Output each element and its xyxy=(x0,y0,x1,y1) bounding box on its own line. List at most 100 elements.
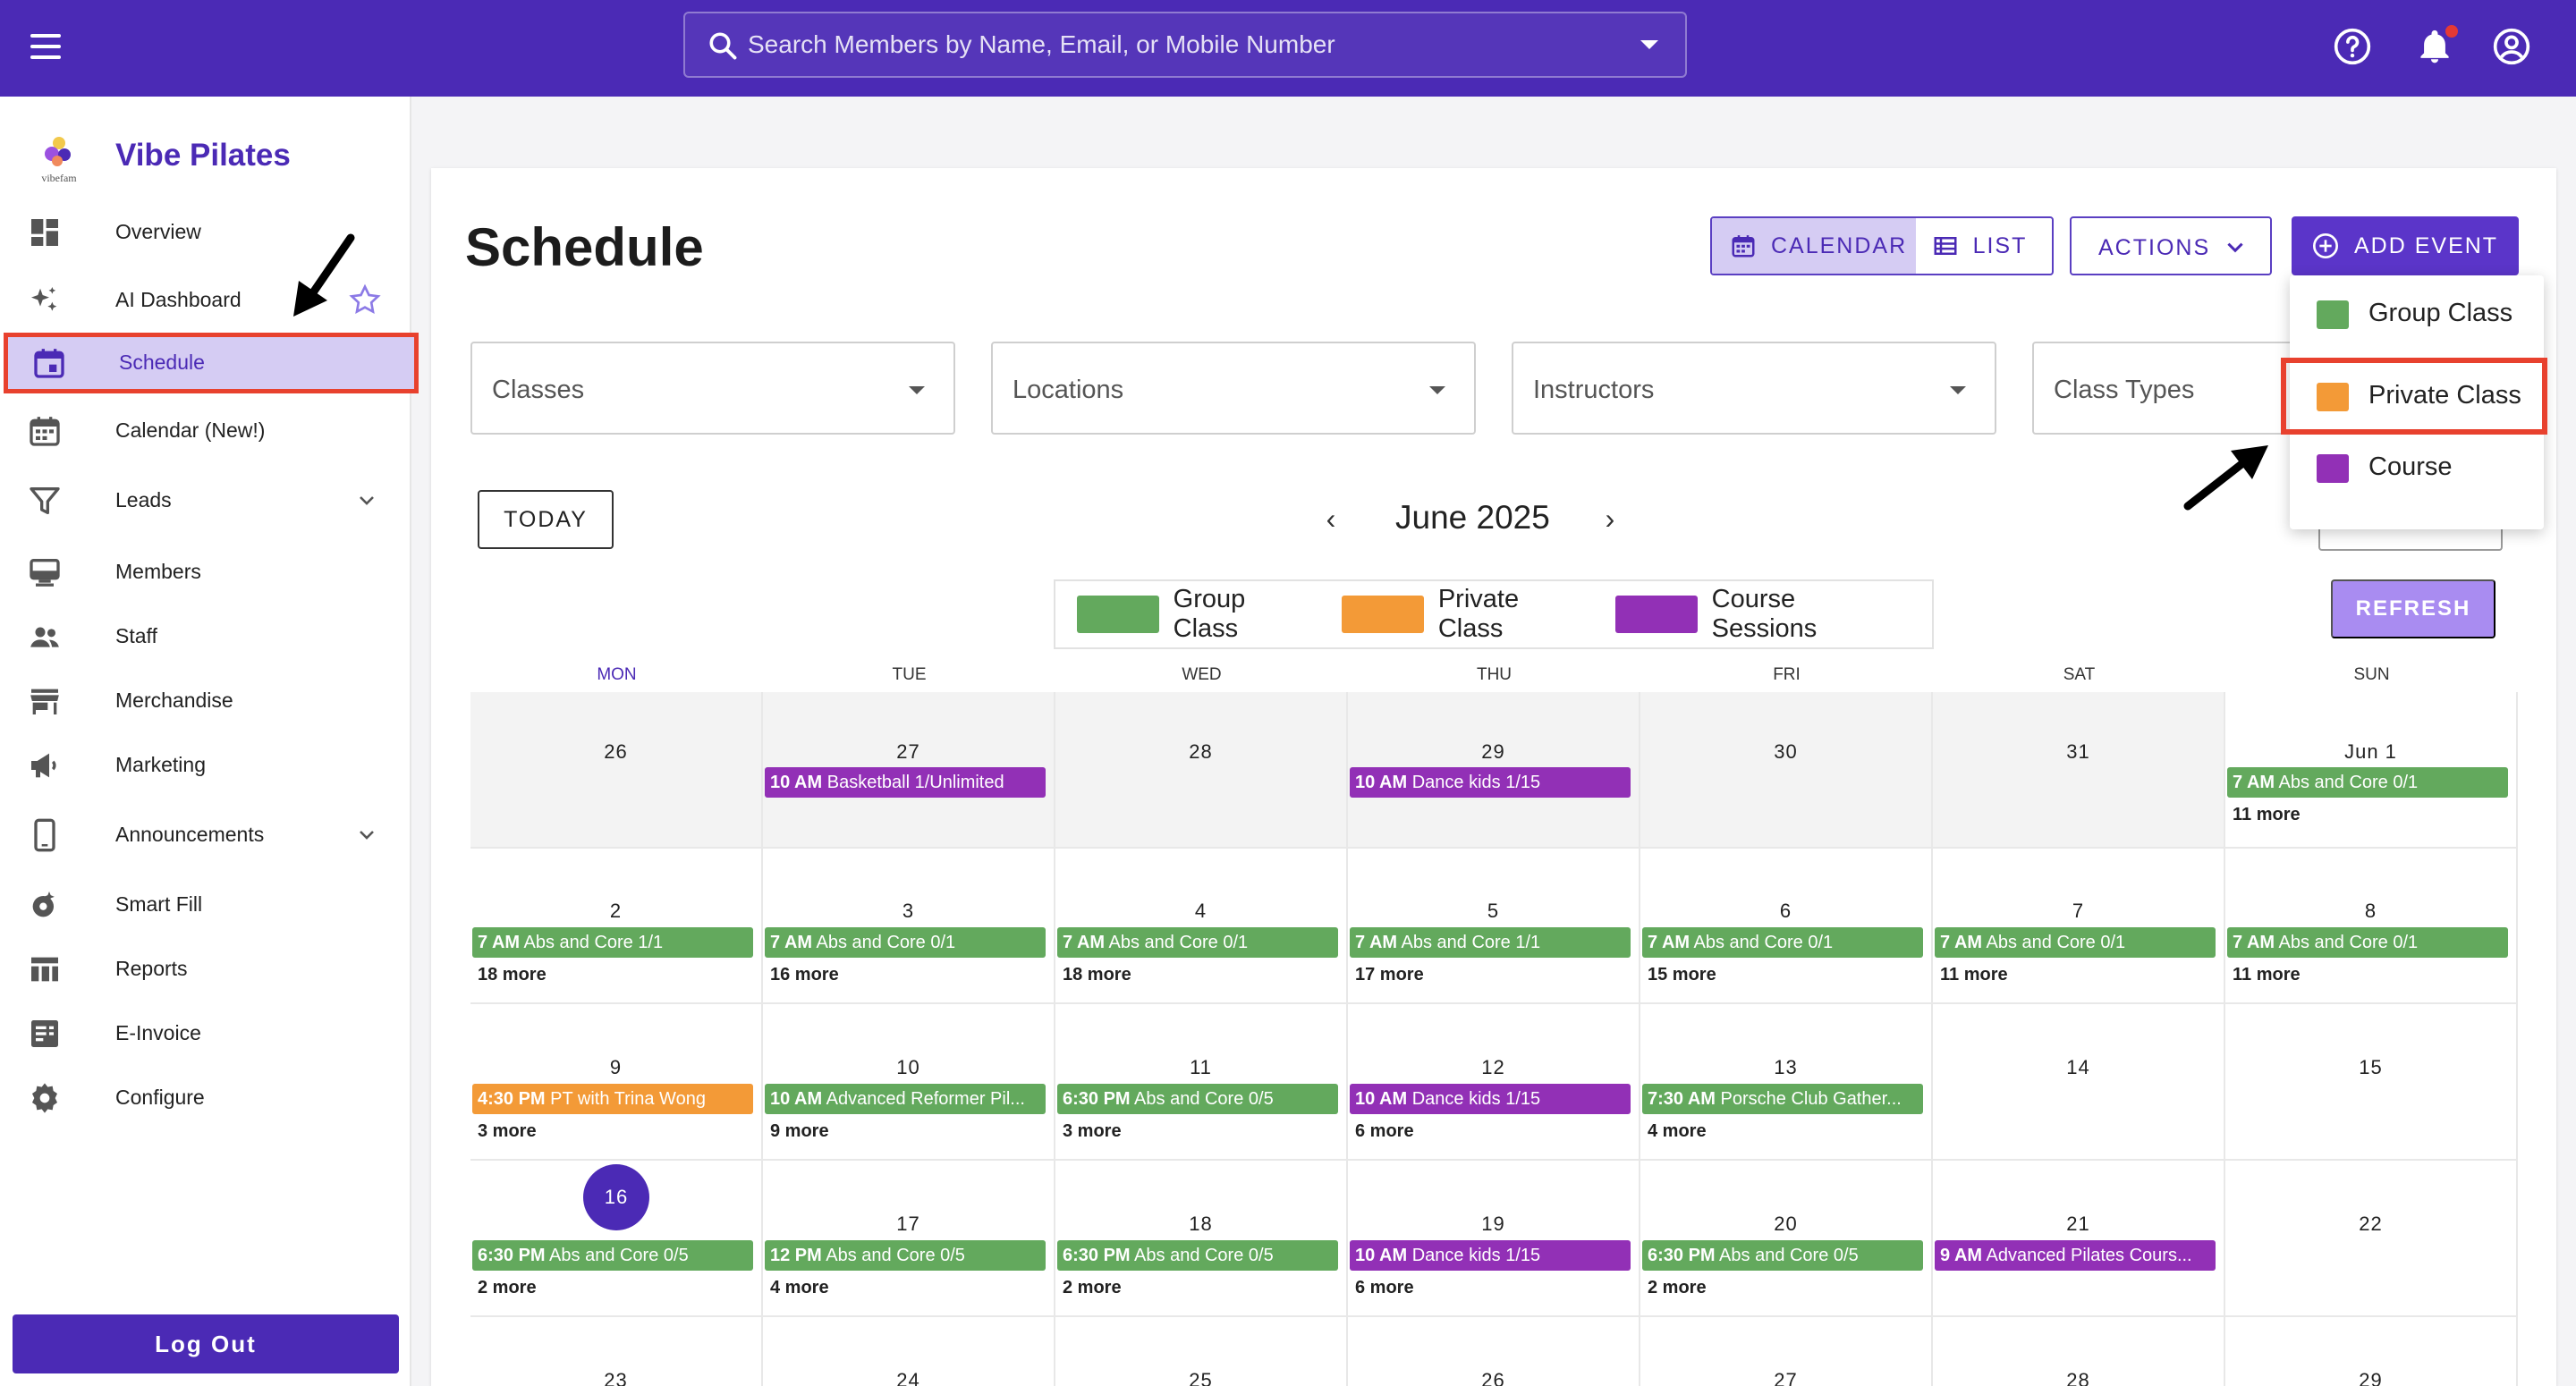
calendar-event[interactable]: 7 AM Abs and Core 0/1 xyxy=(1935,927,2216,958)
date-number[interactable]: 25 xyxy=(1055,1369,1346,1386)
date-number[interactable]: 20 xyxy=(1640,1213,1931,1236)
calendar-day-cell[interactable]: 26 xyxy=(1348,1317,1640,1386)
more-events-link[interactable]: 11 more xyxy=(2233,805,2301,825)
calendar-day-cell[interactable]: 13 7:30 AM Porsche Club Gather... 4 more xyxy=(1640,1004,1933,1161)
date-number[interactable]: 17 xyxy=(763,1213,1054,1236)
date-number[interactable]: 9 xyxy=(470,1056,761,1079)
date-number[interactable]: 12 xyxy=(1348,1056,1639,1079)
calendar-view-button[interactable]: CALENDAR xyxy=(1712,218,1916,274)
sidebar-item-reports[interactable]: Reports xyxy=(0,939,411,1000)
help-icon[interactable] xyxy=(2333,27,2372,66)
locations-filter[interactable]: Locations xyxy=(991,342,1476,435)
calendar-day-cell[interactable]: 2 7 AM Abs and Core 1/1 18 more xyxy=(470,848,763,1004)
calendar-day-cell[interactable]: 28 xyxy=(1055,692,1348,849)
calendar-event[interactable]: 10 AM Dance kids 1/15 xyxy=(1350,1240,1631,1271)
next-month-button[interactable]: › xyxy=(1594,501,1626,537)
date-number[interactable]: 4 xyxy=(1055,900,1346,923)
calendar-event[interactable]: 9 AM Advanced Pilates Cours... xyxy=(1935,1240,2216,1271)
menu-icon[interactable] xyxy=(30,34,61,59)
more-events-link[interactable]: 6 more xyxy=(1355,1278,1414,1298)
sidebar-item-members[interactable]: Members xyxy=(0,542,411,603)
sidebar-item-leads[interactable]: Leads xyxy=(0,470,411,531)
sidebar-item-calendar-new[interactable]: Calendar (New!) xyxy=(0,401,411,461)
today-button[interactable]: TODAY xyxy=(478,490,614,549)
calendar-day-cell[interactable]: 15 xyxy=(2225,1004,2518,1161)
menu-item-private-class[interactable]: Private Class xyxy=(2281,358,2547,435)
calendar-event[interactable]: 6:30 PM Abs and Core 0/5 xyxy=(472,1240,753,1271)
date-number[interactable]: 6 xyxy=(1640,900,1931,923)
more-events-link[interactable]: 11 more xyxy=(2233,965,2301,985)
more-events-link[interactable]: 6 more xyxy=(1355,1121,1414,1142)
instructors-filter[interactable]: Instructors xyxy=(1512,342,1996,435)
sidebar-item-configure[interactable]: Configure xyxy=(0,1068,411,1128)
sidebar-item-smart-fill[interactable]: Smart Fill xyxy=(0,875,411,935)
more-events-link[interactable]: 16 more xyxy=(770,965,839,985)
calendar-day-cell[interactable]: 20 6:30 PM Abs and Core 0/5 2 more xyxy=(1640,1161,1933,1317)
calendar-day-cell[interactable]: 31 xyxy=(1933,692,2225,849)
calendar-day-cell[interactable]: 9 4:30 PM PT with Trina Wong 3 more xyxy=(470,1004,763,1161)
more-events-link[interactable]: 3 more xyxy=(1063,1121,1122,1142)
date-number[interactable]: 28 xyxy=(1055,740,1346,764)
calendar-event[interactable]: 6:30 PM Abs and Core 0/5 xyxy=(1057,1084,1338,1114)
menu-item-course[interactable]: Course xyxy=(2290,429,2544,506)
date-number[interactable]: 15 xyxy=(2225,1056,2516,1079)
menu-item-group-class[interactable]: Group Class xyxy=(2290,275,2544,352)
calendar-day-cell[interactable]: 23 xyxy=(470,1317,763,1386)
calendar-day-cell[interactable]: 18 6:30 PM Abs and Core 0/5 2 more xyxy=(1055,1161,1348,1317)
calendar-day-cell[interactable]: Jun 1 7 AM Abs and Core 0/1 11 more xyxy=(2225,692,2518,849)
list-view-button[interactable]: LIST xyxy=(1916,218,2052,274)
sidebar-item-e-invoice[interactable]: E-Invoice xyxy=(0,1003,411,1064)
calendar-day-cell[interactable]: 29 xyxy=(2225,1317,2518,1386)
calendar-day-cell[interactable]: 25 xyxy=(1055,1317,1348,1386)
more-events-link[interactable]: 2 more xyxy=(1063,1278,1122,1298)
add-event-button[interactable]: ADD EVENT xyxy=(2292,216,2519,275)
calendar-day-cell[interactable]: 6 7 AM Abs and Core 0/1 15 more xyxy=(1640,848,1933,1004)
calendar-event[interactable]: 12 PM Abs and Core 0/5 xyxy=(765,1240,1046,1271)
search-dropdown-icon[interactable] xyxy=(1640,40,1658,49)
date-number[interactable]: 31 xyxy=(1933,740,2224,764)
more-events-link[interactable]: 4 more xyxy=(770,1278,829,1298)
calendar-event[interactable]: 7 AM Abs and Core 1/1 xyxy=(1350,927,1631,958)
calendar-day-cell[interactable]: 8 7 AM Abs and Core 0/1 11 more xyxy=(2225,848,2518,1004)
date-number[interactable]: 3 xyxy=(763,900,1054,923)
calendar-day-cell[interactable]: 26 xyxy=(470,692,763,849)
sidebar-item-staff[interactable]: Staff xyxy=(0,606,411,667)
sidebar-item-marketing[interactable]: Marketing xyxy=(0,735,411,796)
calendar-event[interactable]: 10 AM Dance kids 1/15 xyxy=(1350,1084,1631,1114)
date-number[interactable]: 5 xyxy=(1348,900,1639,923)
date-number[interactable]: 7 xyxy=(1933,900,2224,923)
date-number[interactable]: Jun 1 xyxy=(2225,740,2516,764)
more-events-link[interactable]: 17 more xyxy=(1355,965,1424,985)
date-number[interactable]: 27 xyxy=(763,740,1054,764)
calendar-day-cell[interactable]: 29 10 AM Dance kids 1/15 xyxy=(1348,692,1640,849)
date-number[interactable]: 21 xyxy=(1933,1213,2224,1236)
logout-button[interactable]: Log Out xyxy=(13,1314,399,1373)
more-events-link[interactable]: 11 more xyxy=(1940,965,2008,985)
calendar-day-cell[interactable]: 17 12 PM Abs and Core 0/5 4 more xyxy=(763,1161,1055,1317)
date-number[interactable]: 10 xyxy=(763,1056,1054,1079)
calendar-event[interactable]: 7 AM Abs and Core 0/1 xyxy=(1642,927,1923,958)
date-number[interactable]: 19 xyxy=(1348,1213,1639,1236)
calendar-day-cell[interactable]: 19 10 AM Dance kids 1/15 6 more xyxy=(1348,1161,1640,1317)
calendar-event[interactable]: 7 AM Abs and Core 0/1 xyxy=(2227,767,2508,798)
date-number[interactable]: 22 xyxy=(2225,1213,2516,1236)
calendar-day-cell[interactable]: 24 xyxy=(763,1317,1055,1386)
classes-filter[interactable]: Classes xyxy=(470,342,955,435)
date-number[interactable]: 29 xyxy=(1348,740,1639,764)
calendar-day-cell[interactable]: 14 xyxy=(1933,1004,2225,1161)
account-icon[interactable] xyxy=(2492,27,2531,66)
calendar-day-cell[interactable]: 4 7 AM Abs and Core 0/1 18 more xyxy=(1055,848,1348,1004)
date-number[interactable]: 2 xyxy=(470,900,761,923)
calendar-event[interactable]: 7 AM Abs and Core 0/1 xyxy=(765,927,1046,958)
date-number[interactable]: 27 xyxy=(1640,1369,1931,1386)
sidebar-item-merchandise[interactable]: Merchandise xyxy=(0,671,411,731)
calendar-day-cell[interactable]: 7 7 AM Abs and Core 0/1 11 more xyxy=(1933,848,2225,1004)
more-events-link[interactable]: 15 more xyxy=(1648,965,1716,985)
calendar-event[interactable]: 10 AM Basketball 1/Unlimited xyxy=(765,767,1046,798)
search-input[interactable] xyxy=(748,22,1606,67)
date-number[interactable]: 23 xyxy=(470,1369,761,1386)
more-events-link[interactable]: 18 more xyxy=(478,965,547,985)
date-number[interactable]: 28 xyxy=(1933,1369,2224,1386)
actions-button[interactable]: ACTIONS xyxy=(2070,216,2272,275)
previous-month-button[interactable]: ‹ xyxy=(1315,501,1347,537)
